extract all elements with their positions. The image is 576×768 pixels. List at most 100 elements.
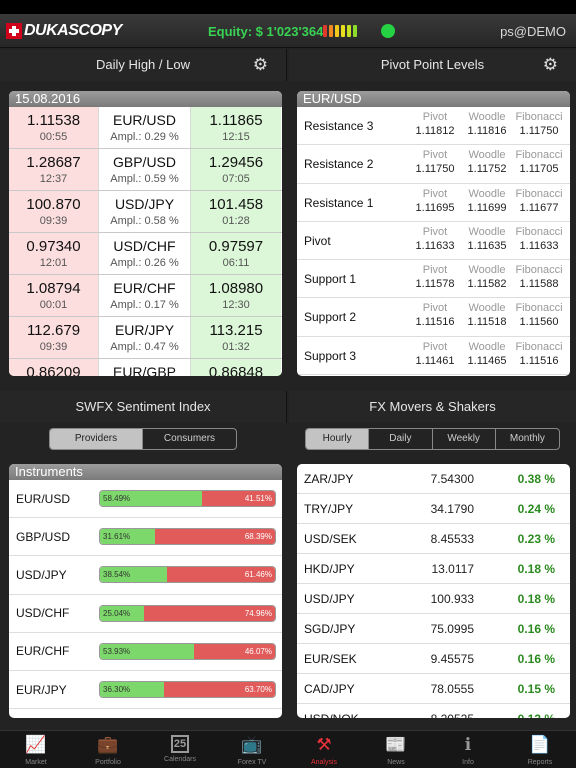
daily-low-price: 1.28687: [26, 154, 81, 171]
sentiment-tab-providers[interactable]: Providers: [50, 429, 143, 449]
sentiment-row[interactable]: USD/CHF 25.04% 74.96%: [9, 595, 282, 633]
tab-news[interactable]: 📰 News: [360, 731, 432, 768]
daily-row[interactable]: 100.870 09:39 USD/JPY Ampl.: 0.58 % 101.458 0…: [9, 191, 282, 233]
tab-label: Info: [462, 759, 474, 766]
pivot-col-label: Woodle: [468, 340, 506, 353]
equity-bar: [347, 25, 351, 37]
sentiment-long-segment: 31.61%: [100, 529, 156, 545]
sentiment-bar: 38.54% 61.46%: [99, 566, 276, 584]
movers-tab-weekly[interactable]: Weekly: [433, 429, 496, 449]
tab-reports[interactable]: 📄 Reports: [504, 731, 576, 768]
tab-calendars[interactable]: 25 Calendars: [144, 731, 216, 768]
daily-pair-cell: USD/JPY Ampl.: 0.58 %: [99, 191, 190, 232]
pivot-cell: Fibonacci 1.11633: [513, 222, 565, 259]
movers-tab-hourly[interactable]: Hourly: [306, 429, 370, 449]
pivot-header: Pivot Point Levels ⚙: [289, 49, 576, 81]
daily-row[interactable]: 112.679 09:39 EUR/JPY Ampl.: 0.47 % 113.215 0…: [9, 317, 282, 359]
pivot-col-label: Fibonacci: [515, 111, 563, 123]
bottom-tab-bar: 📈 Market 💼 Portfolio 25 Calendars 📺 Forex TV ⚒ An…: [0, 730, 576, 768]
daily-highlow-list[interactable]: 1.11538 00:55 EUR/USD Ampl.: 0.29 % 1.11865 1…: [9, 107, 282, 376]
sentiment-row[interactable]: EUR/JPY 36.30% 63.70%: [9, 671, 282, 710]
daily-row[interactable]: 1.08794 00:01 EUR/CHF Ampl.: 0.17 % 1.08980 1…: [9, 275, 282, 317]
sentiment-short-segment: 61.46%: [167, 567, 275, 583]
daily-low-cell: 1.11538 00:55: [9, 107, 99, 148]
pivot-value: 1.11695: [415, 201, 455, 214]
daily-low-cell: 100.870 09:39: [9, 191, 99, 232]
sentiment-short-segment: 46.07%: [194, 643, 275, 659]
pivot-level-name: Resistance 2: [304, 157, 374, 172]
sentiment-short-segment: 68.39%: [155, 529, 275, 545]
gear-icon[interactable]: ⚙: [543, 55, 558, 75]
movers-row[interactable]: USD/SEK 8.45533 0.23 %: [297, 524, 570, 554]
tab-label: Analysis: [310, 759, 338, 766]
tab-label: Portfolio: [95, 759, 121, 766]
tab-analysis[interactable]: ⚒ Analysis: [288, 731, 360, 768]
daily-high-time: 06:11: [222, 257, 250, 269]
pivot-col-label: Pivot: [422, 149, 448, 162]
movers-row[interactable]: TRY/JPY 34.1790 0.24 %: [297, 494, 570, 524]
daily-amplitude: Ampl.: 0.47 %: [110, 341, 179, 353]
movers-row[interactable]: USD/JPY 100.933 0.18 %: [297, 584, 570, 614]
pivot-cell: Woodle 1.11465: [461, 337, 513, 374]
pivot-level-name: Support 2: [304, 310, 357, 325]
daily-low-cell: 0.97340 12:01: [9, 233, 99, 274]
gear-icon[interactable]: ⚙: [253, 55, 268, 75]
pivot-cell: Woodle 1.11582: [461, 260, 513, 297]
tab-forex-tv[interactable]: 📺 Forex TV: [216, 731, 288, 768]
movers-row[interactable]: HKD/JPY 13.0117 0.18 %: [297, 554, 570, 584]
movers-list[interactable]: ZAR/JPY 7.54300 0.38 % TRY/JPY 34.1790 0.24 %…: [297, 464, 570, 718]
daily-row[interactable]: 1.11538 00:55 EUR/USD Ampl.: 0.29 % 1.11865 1…: [9, 107, 282, 149]
daily-high-cell: 0.86848: [190, 359, 281, 376]
daily-high-time: 12:30: [222, 299, 250, 311]
pivot-value: 1.11461: [415, 354, 455, 367]
daily-pair-cell: GBP/USD Ampl.: 0.59 %: [99, 149, 190, 190]
daily-low-time: 12:01: [39, 257, 68, 269]
movers-price: 9.45575: [430, 651, 474, 666]
daily-high-price: 1.11865: [209, 112, 263, 129]
movers-row[interactable]: SGD/JPY 75.0995 0.16 %: [297, 614, 570, 644]
pivot-level-name: Resistance 3: [304, 119, 374, 133]
report-icon: 📄: [529, 735, 551, 754]
daily-row[interactable]: 0.97340 12:01 USD/CHF Ampl.: 0.26 % 0.97597 0…: [9, 233, 282, 275]
movers-price: 75.0995: [430, 621, 474, 636]
sentiment-row[interactable]: EUR/CHF 53.93% 46.07%: [9, 633, 282, 671]
tab-info[interactable]: ℹ Info: [432, 731, 504, 768]
movers-row[interactable]: USD/NOK8.205250.13 %: [297, 704, 570, 719]
movers-row[interactable]: ZAR/JPY 7.54300 0.38 %: [297, 464, 570, 494]
movers-pair: EUR/SEK: [304, 651, 357, 666]
sentiment-row[interactable]: USD/JPY 38.54% 61.46%: [9, 556, 282, 595]
pivot-value: 1.11582: [467, 278, 507, 291]
movers-row[interactable]: EUR/SEK 9.45575 0.16 %: [297, 644, 570, 674]
movers-change: 0.13 %: [474, 712, 555, 719]
pivot-level-name: Resistance 1: [304, 195, 374, 210]
movers-row[interactable]: CAD/JPY 78.0555 0.15 %: [297, 674, 570, 704]
sentiment-list[interactable]: EUR/USD 58.49% 41.51% GBP/USD 31.61% 68.39% US…: [9, 480, 282, 710]
pivot-level-name: Pivot: [304, 233, 331, 248]
sentiment-long-segment: 53.93%: [100, 643, 195, 659]
daily-row[interactable]: 1.28687 12:37 GBP/USD Ampl.: 0.59 % 1.29456 0…: [9, 149, 282, 191]
movers-tab-daily[interactable]: Daily: [369, 429, 433, 449]
tab-market[interactable]: 📈 Market: [0, 731, 72, 768]
pivot-card: EUR/USD Resistance 3 Pivot 1.11812 Woodle 1.…: [297, 91, 570, 376]
sentiment-pair: GBP/USD: [16, 529, 71, 544]
user-account[interactable]: ps@DEMO: [500, 24, 566, 39]
daily-pair-cell: EUR/GBP: [99, 359, 190, 376]
daily-pair: EUR/JPY: [114, 322, 175, 338]
daily-pair-cell: EUR/USD Ampl.: 0.29 %: [99, 107, 190, 148]
pivot-cell: Pivot 1.11695: [409, 184, 461, 221]
sentiment-tab-consumers[interactable]: Consumers: [143, 429, 236, 449]
daily-low-time: 00:55: [39, 131, 68, 143]
pivot-value: 1.11516: [415, 316, 455, 329]
pivot-value: 1.11578: [415, 278, 455, 291]
pivot-row: Pivot Pivot 1.11633 Woodle 1.11635 Fibonacci 1…: [297, 222, 570, 261]
sentiment-header: SWFX Sentiment Index: [0, 391, 287, 423]
daily-pair: EUR/USD: [112, 112, 176, 128]
tab-portfolio[interactable]: 💼 Portfolio: [72, 731, 144, 768]
tab-label: Reports: [527, 759, 553, 766]
sentiment-row[interactable]: EUR/USD 58.49% 41.51%: [9, 480, 282, 519]
sentiment-row[interactable]: GBP/USD 31.61% 68.39%: [9, 518, 282, 557]
daily-pair: EUR/CHF: [113, 280, 176, 296]
tab-label: News: [387, 759, 405, 766]
movers-tab-monthly[interactable]: Monthly: [496, 429, 559, 449]
daily-row[interactable]: 0.86209 EUR/GBP 0.86848: [9, 359, 282, 376]
